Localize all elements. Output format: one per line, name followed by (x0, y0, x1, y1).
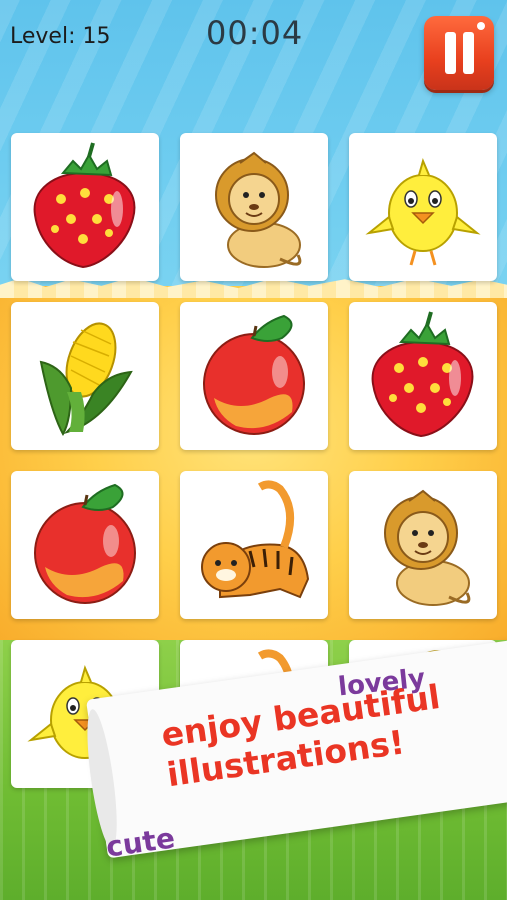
level-indicator: Level: 15 (10, 24, 110, 49)
card-tiger[interactable] (180, 471, 328, 619)
corn-icon (39, 322, 133, 437)
level-value: 15 (82, 24, 111, 49)
chick-icon (365, 158, 481, 266)
peach-icon (34, 483, 136, 604)
card-strawberry-2[interactable] (349, 302, 497, 450)
timer: 00:04 (206, 14, 304, 52)
peach-icon (203, 314, 305, 435)
level-label: Level: (10, 24, 76, 49)
card-peach-2[interactable] (11, 471, 159, 619)
lion-icon (384, 489, 471, 606)
strawberry-icon (33, 142, 136, 269)
card-strawberry[interactable] (11, 133, 159, 281)
lion-icon (215, 151, 302, 268)
card-lion[interactable] (180, 133, 328, 281)
card-lion-2[interactable] (349, 471, 497, 619)
card-chick[interactable] (349, 133, 497, 281)
card-corn[interactable] (11, 302, 159, 450)
pause-button[interactable] (424, 16, 494, 90)
strawberry-icon (371, 311, 474, 438)
card-peach[interactable] (180, 302, 328, 450)
tiger-icon (201, 480, 310, 599)
